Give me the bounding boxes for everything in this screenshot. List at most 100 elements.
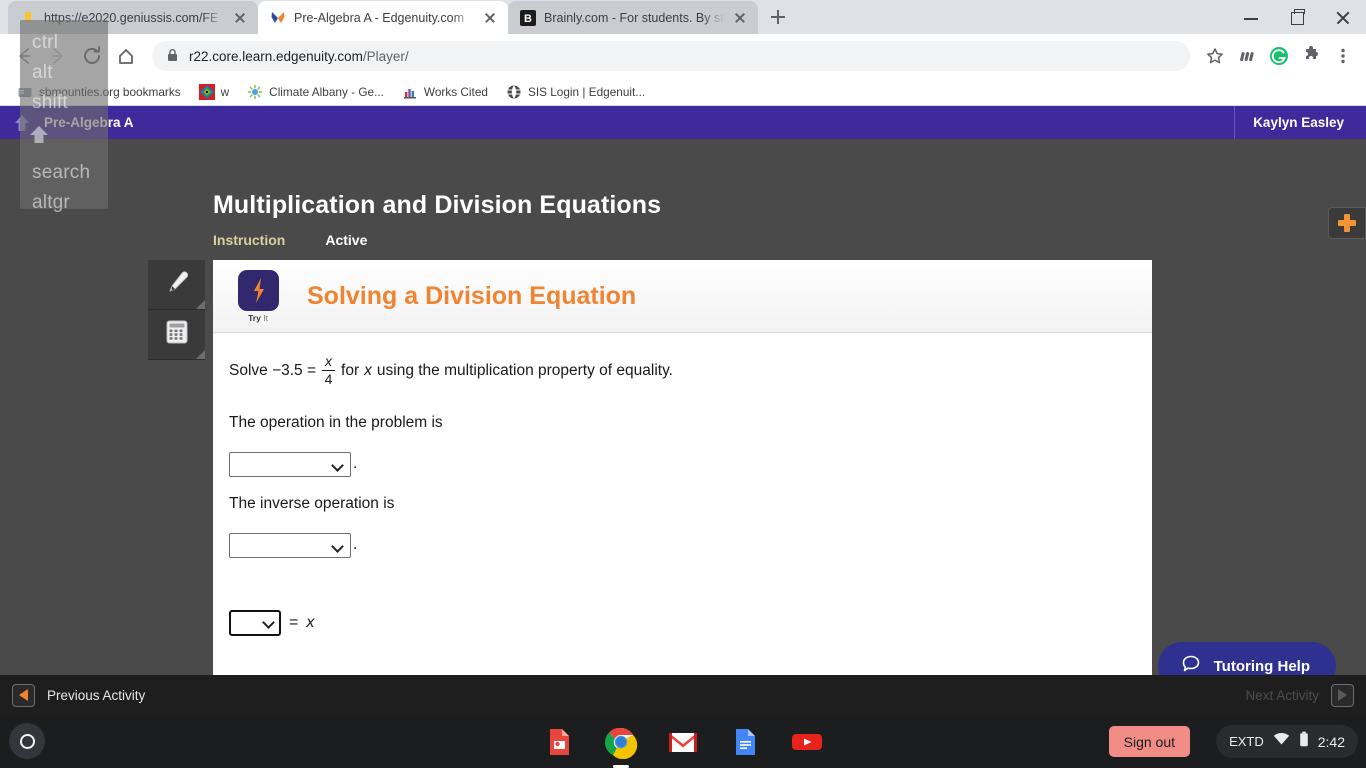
fraction-x-over-4: x 4 xyxy=(322,353,336,387)
question-1-dropdown[interactable] xyxy=(229,451,351,477)
maximize-button[interactable] xyxy=(1274,0,1320,34)
try-it-badge: Try It xyxy=(229,269,287,323)
calculator-tool-button[interactable] xyxy=(148,310,205,360)
user-name[interactable]: Kaylyn Easley xyxy=(1234,106,1366,139)
tab-title: Pre-Algebra A - Edgenuity.com xyxy=(294,10,464,25)
bookmark-sis-login[interactable]: SIS Login | Edgenuit... xyxy=(499,81,652,103)
bookmark-label: SIS Login | Edgenuit... xyxy=(527,84,646,99)
key-shift: shift xyxy=(32,92,68,113)
question-3-select-wrap xyxy=(229,609,281,636)
question-1-row: . xyxy=(229,451,1136,477)
sign-out-button[interactable]: Sign out xyxy=(1108,726,1190,757)
browser-window: https://e2020.geniussis.com/FE Pre-Algeb… xyxy=(0,0,1366,715)
lesson-card-body: Solve −3.5 = x 4 for x using the multipl… xyxy=(213,333,1152,636)
chromeos-shelf: Sign out EXTD 2:42 xyxy=(0,715,1366,768)
tutoring-help-label: Tutoring Help xyxy=(1213,657,1310,675)
bookmark-label: Works Cited xyxy=(423,84,488,99)
address-bar-text: r22.core.learn.edgenuity.com/Player/ xyxy=(189,49,409,64)
brainly-b-icon: B xyxy=(520,9,536,26)
bookmarks-bar: sbmounties.org bookmarks w Climate Alban… xyxy=(0,78,1366,106)
colorful-diamond-icon xyxy=(198,83,215,100)
battery-icon xyxy=(1299,731,1309,752)
problem-mid: for xyxy=(341,362,360,380)
page-content: Pre-Algebra A Kaylyn Easley Multiplicati… xyxy=(0,106,1366,715)
puzzle-piece-icon[interactable] xyxy=(1296,41,1326,71)
browser-tab-2[interactable]: Pre-Algebra A - Edgenuity.com xyxy=(258,1,508,34)
tab-instruction[interactable]: Instruction xyxy=(213,232,285,248)
lock-icon xyxy=(166,48,179,65)
bookmark-works-cited[interactable]: Works Cited xyxy=(395,81,495,103)
new-tab-button[interactable] xyxy=(764,3,792,31)
edgenuity-x-icon xyxy=(270,10,286,26)
add-button[interactable] xyxy=(1328,207,1366,239)
try-it-label: Try It xyxy=(248,312,268,323)
bookmark-label: Climate Albany - Ge... xyxy=(269,84,384,99)
question-1-text: The operation in the problem is xyxy=(229,413,443,431)
browser-toolbar: r22.core.learn.edgenuity.com/Player/ xyxy=(0,34,1366,78)
keyboard-modifier-overlay: ctrl alt shift search altgr xyxy=(20,20,108,213)
problem-statement: Solve −3.5 = x 4 for x using the multipl… xyxy=(229,353,1136,388)
browser-tab-3[interactable]: B Brainly.com - For students. By st xyxy=(508,1,758,34)
chevron-left-icon xyxy=(19,689,28,701)
url-path: /Player/ xyxy=(362,48,409,64)
app-google-docs[interactable] xyxy=(728,725,762,759)
lesson-card: Try It Solving a Division Equation Solve… xyxy=(213,260,1152,708)
question-2-period: . xyxy=(353,536,358,554)
globe-icon xyxy=(506,84,522,100)
three-dot-menu-icon[interactable] xyxy=(1328,41,1358,71)
key-search: search xyxy=(32,162,91,183)
activity-bar: Previous Activity Next Activity xyxy=(0,675,1366,715)
bookmark-star-icon[interactable] xyxy=(1200,41,1230,71)
app-google-slides[interactable] xyxy=(542,725,576,759)
app-youtube[interactable] xyxy=(790,725,824,759)
key-altgr: altgr xyxy=(32,192,70,213)
tab-active[interactable]: Active xyxy=(325,232,367,248)
question-3-dropdown[interactable] xyxy=(229,609,281,636)
fraction-numerator: x xyxy=(325,353,333,369)
chevron-right-icon xyxy=(1338,689,1347,701)
key-ctrl: ctrl xyxy=(32,32,59,53)
key-alt: alt xyxy=(32,62,53,83)
close-icon[interactable] xyxy=(232,10,248,26)
address-bar[interactable]: r22.core.learn.edgenuity.com/Player/ xyxy=(152,41,1190,71)
starburst-icon xyxy=(247,84,263,100)
bookmark-w[interactable]: w xyxy=(192,81,237,103)
window-controls xyxy=(1228,0,1366,34)
clock-label: 2:42 xyxy=(1317,733,1345,750)
app-google-chrome[interactable] xyxy=(604,725,638,759)
next-activity-label: Next Activity xyxy=(1245,687,1319,703)
next-activity-button xyxy=(1331,683,1354,707)
grammarly-icon[interactable] xyxy=(1264,41,1294,71)
answer-variable: x xyxy=(306,613,315,631)
edgenuity-top-bar: Pre-Algebra A Kaylyn Easley xyxy=(0,106,1366,139)
edgenuity-body: Multiplication and Division Equations In… xyxy=(0,139,1366,715)
previous-activity-group[interactable]: Previous Activity xyxy=(12,683,145,707)
shift-up-arrow-icon xyxy=(20,118,108,158)
svg-text:B: B xyxy=(524,13,532,25)
app-gmail[interactable] xyxy=(666,725,700,759)
close-icon[interactable] xyxy=(732,10,748,26)
close-window-button[interactable] xyxy=(1320,0,1366,34)
previous-activity-button[interactable] xyxy=(12,683,35,707)
lightning-bolt-icon xyxy=(237,269,279,311)
bookmark-climate-albany[interactable]: Climate Albany - Ge... xyxy=(240,81,391,103)
lesson-card-header: Try It Solving a Division Equation xyxy=(213,260,1152,333)
calculator-icon xyxy=(163,318,191,351)
tool-rail xyxy=(148,260,205,360)
question-2-row: . xyxy=(229,532,1136,558)
question-2-dropdown[interactable] xyxy=(229,532,351,558)
minimize-button[interactable] xyxy=(1228,0,1274,34)
highlighter-icon xyxy=(162,267,192,302)
problem-prefix: Solve −3.5 = xyxy=(229,362,317,380)
url-host: r22.core.learn.edgenuity.com xyxy=(189,48,363,64)
close-icon[interactable] xyxy=(482,10,498,26)
problem-variable: x xyxy=(364,362,372,380)
status-area[interactable]: EXTD 2:42 xyxy=(1216,725,1358,758)
highlighter-tool-button[interactable] xyxy=(148,260,205,310)
equals-sign: = xyxy=(289,613,299,631)
lesson-tabs: Instruction Active xyxy=(213,232,367,248)
question-2-text: The inverse operation is xyxy=(229,494,395,512)
extension-bars-icon[interactable] xyxy=(1232,41,1262,71)
home-icon[interactable] xyxy=(110,40,142,72)
wifi-icon xyxy=(1273,732,1290,751)
